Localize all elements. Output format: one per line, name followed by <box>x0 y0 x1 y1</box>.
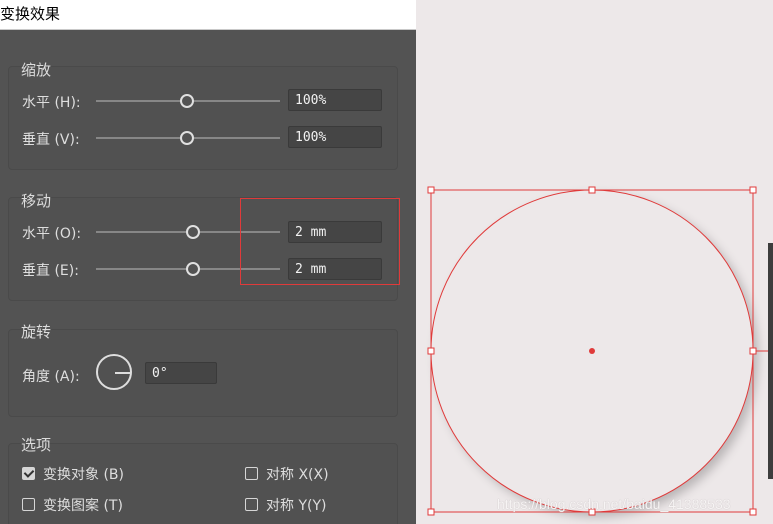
move-values-highlight <box>240 198 400 285</box>
scale-horizontal-slider-thumb[interactable] <box>180 94 194 108</box>
transform-effect-dialog: 变换效果 缩放 水平 (H): 100% 垂直 (V): 100% 移动 水平 … <box>0 0 416 524</box>
transform-patterns-label[interactable]: 变换图案 (T) <box>43 495 123 515</box>
rotate-angle-input[interactable]: 0° <box>145 362 217 384</box>
scale-vertical-input[interactable]: 100% <box>288 126 382 148</box>
artboard-canvas[interactable] <box>416 0 773 524</box>
transform-objects-label[interactable]: 变换对象 (B) <box>43 464 124 484</box>
move-horizontal-slider-thumb[interactable] <box>186 225 200 239</box>
options-section-title: 选项 <box>21 436 52 454</box>
angle-dial-icon[interactable] <box>96 354 132 390</box>
reflect-y-checkbox[interactable] <box>245 498 258 511</box>
transform-objects-checkbox[interactable] <box>22 467 35 480</box>
dialog-titlebar[interactable]: 变换效果 <box>0 0 416 30</box>
scale-horizontal-input[interactable]: 100% <box>288 89 382 111</box>
rotate-section-title: 旋转 <box>21 323 52 341</box>
panel-edge <box>768 243 773 479</box>
move-section-title: 移动 <box>21 192 52 210</box>
scale-horizontal-label: 水平 (H): <box>22 95 81 111</box>
rotate-angle-label: 角度 (A): <box>22 369 80 385</box>
transform-patterns-checkbox[interactable] <box>22 498 35 511</box>
reflect-x-checkbox[interactable] <box>245 467 258 480</box>
scale-vertical-label: 垂直 (V): <box>22 132 80 148</box>
scale-section <box>8 66 398 170</box>
move-vertical-label: 垂直 (E): <box>22 263 79 279</box>
scale-section-title: 缩放 <box>21 61 52 79</box>
watermark-text: https://blog.csdn.net/baidu_41388533 <box>497 496 731 512</box>
dialog-title: 变换效果 <box>0 5 61 23</box>
reflect-x-label[interactable]: 对称 X(X) <box>266 464 329 484</box>
reflect-y-label[interactable]: 对称 Y(Y) <box>266 495 326 515</box>
move-horizontal-label: 水平 (O): <box>22 226 82 242</box>
move-vertical-slider-thumb[interactable] <box>186 262 200 276</box>
scale-vertical-slider-thumb[interactable] <box>180 131 194 145</box>
